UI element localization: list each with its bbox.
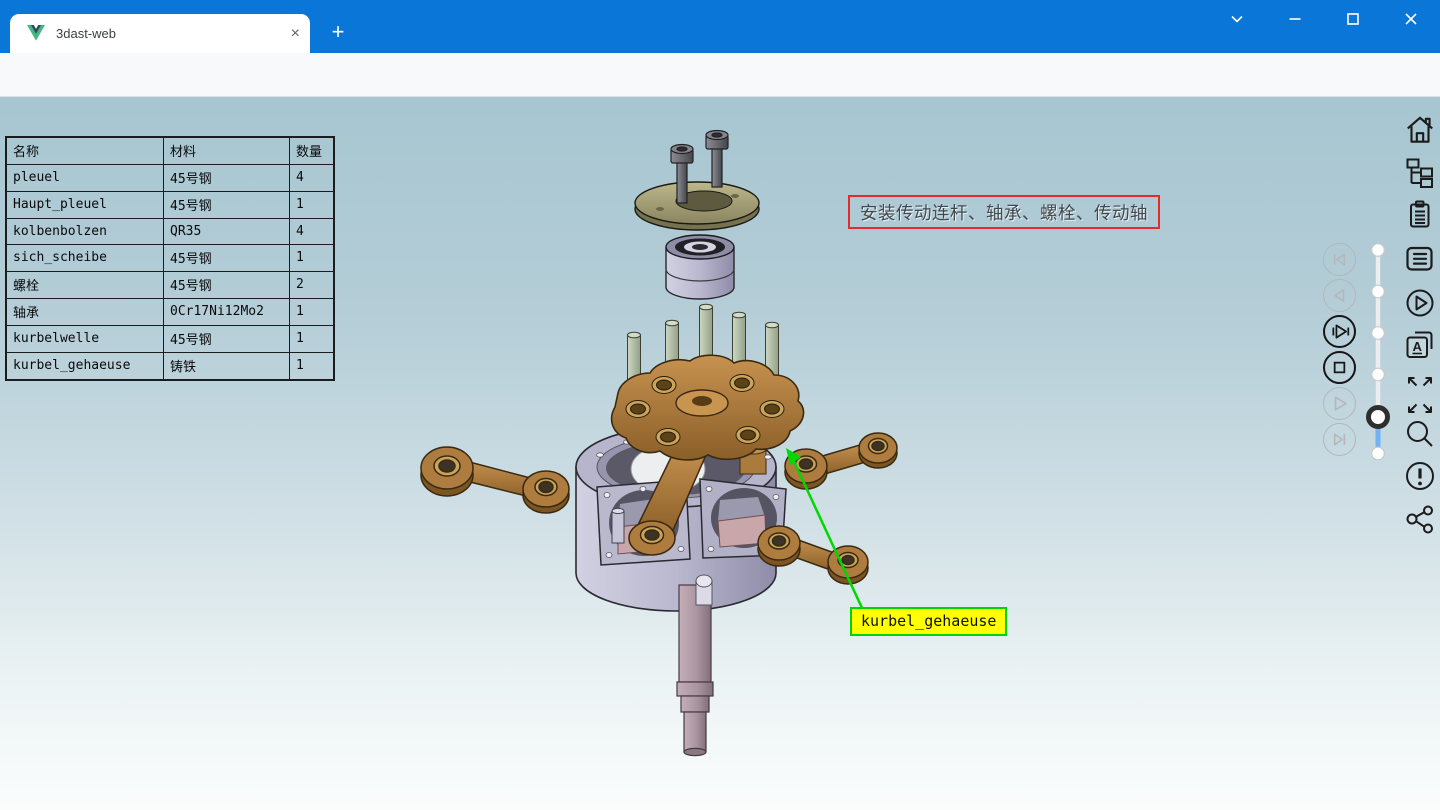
bom-row: pleuel45号钢4 [6, 165, 334, 192]
window-menu-chevron-icon[interactable] [1208, 0, 1266, 38]
playback-controls [1323, 243, 1356, 456]
part-callout-label: kurbel_gehaeuse [850, 607, 1007, 636]
skip-to-end-icon[interactable] [1323, 423, 1356, 456]
window-controls [1208, 0, 1440, 38]
clipboard-list-icon[interactable] [1403, 198, 1437, 232]
bom-row: kurbel_gehaeuse铸铁1 [6, 353, 334, 381]
timeline-step-dot[interactable] [1372, 327, 1385, 340]
bom-row: 螺栓45号钢2 [6, 272, 334, 299]
tab-title: 3dast-web [56, 26, 291, 41]
part-sich-scheibe-washer[interactable] [635, 182, 759, 230]
bom-header-row: 名称 材料 数量 [6, 137, 334, 165]
browser-tab[interactable]: 3dast-web × [10, 14, 310, 53]
expand-arrows-icon[interactable] [1403, 372, 1437, 418]
annotation-a-icon[interactable]: A [1403, 329, 1437, 363]
bom-row: kolbenbolzenQR354 [6, 219, 334, 245]
bom-row: sich_scheibe45号钢1 [6, 245, 334, 272]
alert-icon[interactable] [1403, 459, 1437, 493]
bom-table: 名称 材料 数量 pleuel45号钢4 Haupt_pleuel45号钢1 k… [5, 136, 335, 381]
browser-toolbar: 不安全 192.168.30.157:11182/index.html?view… [0, 53, 1440, 97]
viewer-content: 名称 材料 数量 pleuel45号钢4 Haupt_pleuel45号钢1 k… [0, 97, 1440, 810]
new-tab-button[interactable]: + [324, 19, 352, 47]
play-step-icon[interactable] [1323, 315, 1356, 348]
maximize-icon[interactable] [1324, 0, 1382, 38]
list-icon[interactable] [1403, 242, 1437, 276]
play-icon[interactable] [1323, 387, 1356, 420]
play-circle-icon[interactable] [1403, 286, 1437, 320]
timeline-step-dot[interactable] [1372, 285, 1385, 298]
bom-header-name: 名称 [6, 137, 164, 165]
part-kurbelwelle[interactable] [677, 575, 713, 756]
timeline-current-thumb[interactable] [1369, 408, 1388, 427]
share-nodes-icon[interactable] [1403, 502, 1437, 536]
skip-to-start-icon[interactable] [1323, 243, 1356, 276]
stop-icon[interactable] [1323, 351, 1356, 384]
bom-row: kurbelwelle45号钢1 [6, 326, 334, 353]
tab-close-icon[interactable]: × [291, 26, 300, 42]
part-lager-bearing[interactable] [666, 235, 734, 299]
vue-logo-icon [27, 25, 45, 42]
bom-row: Haupt_pleuel45号钢1 [6, 192, 334, 219]
close-icon[interactable] [1382, 0, 1440, 38]
home-icon[interactable] [1403, 113, 1437, 147]
zoom-search-icon[interactable] [1403, 417, 1437, 451]
timeline-step-dot[interactable] [1372, 447, 1385, 460]
bom-row: 轴承0Cr17Ni12Mo21 [6, 299, 334, 326]
assembly-tree-icon[interactable] [1403, 155, 1437, 189]
bom-header-material: 材料 [164, 137, 290, 165]
step-back-icon[interactable] [1323, 279, 1356, 312]
timeline-step-dot[interactable] [1372, 244, 1385, 257]
svg-text:A: A [1413, 339, 1423, 354]
step-timeline-slider[interactable] [1366, 237, 1392, 469]
timeline-step-dot[interactable] [1372, 368, 1385, 381]
titlebar: 3dast-web × + [0, 0, 1440, 53]
bom-header-qty: 数量 [290, 137, 335, 165]
step-annotation: 安装传动连杆、轴承、螺栓、传动轴 [848, 195, 1160, 229]
part-pleuel-left[interactable] [421, 447, 569, 513]
minimize-icon[interactable] [1266, 0, 1324, 38]
